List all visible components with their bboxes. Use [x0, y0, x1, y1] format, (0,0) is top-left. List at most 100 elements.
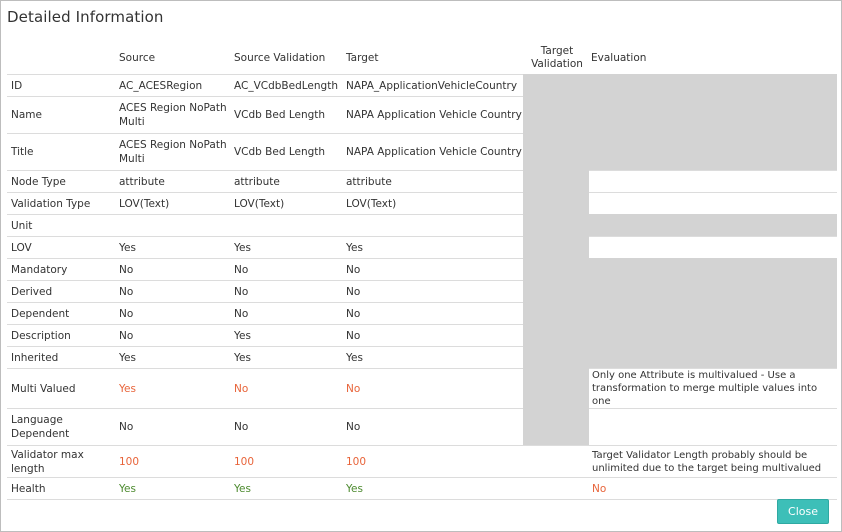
- source-validation-cell: Yes: [232, 346, 344, 369]
- target-validation-cell: [523, 477, 589, 500]
- table-row: Validation Type LOV(Text) LOV(Text) LOV(…: [7, 192, 837, 215]
- evaluation-cell: [589, 170, 837, 193]
- evaluation-cell: No: [589, 477, 837, 500]
- target-validation-cell: [523, 368, 589, 409]
- header-label: [7, 42, 117, 75]
- table-row: LOV Yes Yes Yes: [7, 236, 837, 259]
- source-validation-cell: Yes: [232, 236, 344, 259]
- source-cell: No: [117, 408, 232, 446]
- table-row: Derived No No No: [7, 280, 837, 303]
- header-target-validation: Target Validation: [531, 45, 583, 70]
- source-validation-cell: [232, 214, 344, 237]
- evaluation-cell: [589, 133, 837, 171]
- target-validation-cell: [523, 346, 589, 369]
- header-source: Source: [119, 52, 156, 64]
- target-cell: No: [344, 302, 523, 325]
- comparison-table: Source Source Validation Target Target V…: [7, 42, 837, 500]
- dialog-title: Detailed Information: [7, 8, 164, 26]
- header-source-validation: Source Validation: [234, 52, 326, 64]
- source-validation-cell: VCdb Bed Length: [232, 133, 344, 171]
- evaluation-cell: [589, 324, 837, 347]
- close-button[interactable]: Close: [777, 499, 829, 524]
- table-row: Validator max length 100 100 100 Target …: [7, 445, 837, 478]
- target-cell: NAPA_ApplicationVehicleCountry: [344, 74, 523, 97]
- row-label: Language Dependent: [7, 408, 117, 446]
- target-cell: Yes: [344, 477, 523, 500]
- source-cell: Yes: [117, 346, 232, 369]
- evaluation-cell: [589, 280, 837, 303]
- source-cell: AC_ACESRegion: [117, 74, 232, 97]
- target-cell: NAPA Application Vehicle Country: [344, 96, 523, 134]
- target-validation-cell: [523, 445, 589, 478]
- source-cell: No: [117, 324, 232, 347]
- target-cell: No: [344, 324, 523, 347]
- table-row: Dependent No No No: [7, 302, 837, 325]
- evaluation-cell: [589, 408, 837, 446]
- header-row: Source Source Validation Target Target V…: [7, 42, 837, 75]
- source-validation-cell: LOV(Text): [232, 192, 344, 215]
- source-cell: No: [117, 302, 232, 325]
- row-label: Health: [7, 477, 117, 500]
- target-validation-cell: [523, 192, 589, 215]
- source-cell: No: [117, 258, 232, 281]
- row-label: LOV: [7, 236, 117, 259]
- target-cell: LOV(Text): [344, 192, 523, 215]
- target-cell: Yes: [344, 236, 523, 259]
- header-evaluation: Evaluation: [591, 52, 647, 64]
- evaluation-cell: [589, 258, 837, 281]
- source-validation-cell: No: [232, 280, 344, 303]
- target-cell: No: [344, 368, 523, 409]
- row-label: Name: [7, 96, 117, 134]
- source-cell: ACES Region NoPath Multi: [117, 96, 232, 134]
- table-row: Inherited Yes Yes Yes: [7, 346, 837, 369]
- table-row: Unit: [7, 214, 837, 237]
- evaluation-cell: [589, 96, 837, 134]
- row-label: Derived: [7, 280, 117, 303]
- source-validation-cell: No: [232, 368, 344, 409]
- source-cell: Yes: [117, 236, 232, 259]
- source-cell: ACES Region NoPath Multi: [117, 133, 232, 171]
- target-validation-cell: [523, 214, 589, 237]
- table-row: Health Yes Yes Yes No: [7, 477, 837, 500]
- source-cell: Yes: [117, 477, 232, 500]
- source-cell: No: [117, 280, 232, 303]
- source-validation-cell: No: [232, 258, 344, 281]
- target-validation-cell: [523, 324, 589, 347]
- source-cell: Yes: [117, 368, 232, 409]
- table-row: Mandatory No No No: [7, 258, 837, 281]
- target-cell: [344, 214, 523, 237]
- target-validation-cell: [523, 280, 589, 303]
- row-label: Multi Valued: [7, 368, 117, 409]
- target-validation-cell: [523, 408, 589, 446]
- source-cell: 100: [117, 445, 232, 478]
- header-target: Target: [346, 52, 379, 64]
- target-validation-cell: [523, 96, 589, 134]
- source-validation-cell: VCdb Bed Length: [232, 96, 344, 134]
- row-label: Description: [7, 324, 117, 347]
- evaluation-cell: [589, 74, 837, 97]
- row-label: Validation Type: [7, 192, 117, 215]
- row-label: Inherited: [7, 346, 117, 369]
- evaluation-cell: Only one Attribute is multivalued - Use …: [589, 368, 837, 409]
- row-label: Mandatory: [7, 258, 117, 281]
- source-cell: attribute: [117, 170, 232, 193]
- table-row: ID AC_ACESRegion AC_VCdbBedLength NAPA_A…: [7, 74, 837, 97]
- table-row: Node Type attribute attribute attribute: [7, 170, 837, 193]
- source-validation-cell: 100: [232, 445, 344, 478]
- evaluation-cell: [589, 236, 837, 259]
- target-cell: No: [344, 258, 523, 281]
- target-cell: 100: [344, 445, 523, 478]
- table-row: Title ACES Region NoPath Multi VCdb Bed …: [7, 133, 837, 171]
- target-validation-cell: [523, 258, 589, 281]
- row-label: Title: [7, 133, 117, 171]
- row-label: Unit: [7, 214, 117, 237]
- evaluation-cell: [589, 346, 837, 369]
- row-label: Node Type: [7, 170, 117, 193]
- target-cell: Yes: [344, 346, 523, 369]
- table-row: Multi Valued Yes No No Only one Attribut…: [7, 368, 837, 409]
- source-cell: LOV(Text): [117, 192, 232, 215]
- source-validation-cell: Yes: [232, 324, 344, 347]
- source-validation-cell: Yes: [232, 477, 344, 500]
- table-row: Description No Yes No: [7, 324, 837, 347]
- source-validation-cell: attribute: [232, 170, 344, 193]
